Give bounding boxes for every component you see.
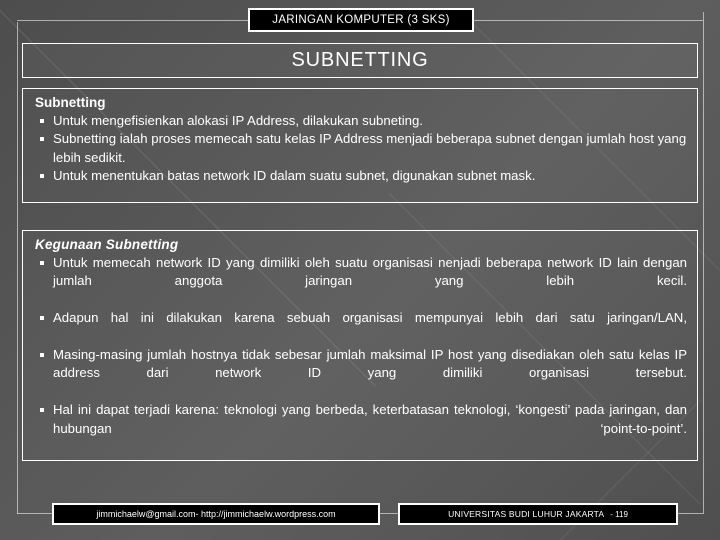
list-item: Subnetting ialah proses memecah satu kel… xyxy=(31,130,687,167)
list-item: Masing-masing jumlah hostnya tidak sebes… xyxy=(31,346,687,401)
page-number: - 119 xyxy=(610,509,628,519)
page-title: SUBNETTING xyxy=(291,49,429,71)
vertical-rule-left xyxy=(17,22,18,514)
section-title-kegunaan-subnetting: Kegunaan Subnetting xyxy=(35,237,179,252)
course-title-text: JARINGAN KOMPUTER (3 SKS) xyxy=(272,14,450,26)
bullet-list-subnetting: Untuk mengefisienkan alokasi IP Address,… xyxy=(31,112,687,186)
footer-institution-text: UNIVERSITAS BUDI LUHUR JAKARTA xyxy=(448,509,605,519)
list-item: Untuk menentukan batas network ID dalam … xyxy=(31,167,687,185)
course-title-banner: JARINGAN KOMPUTER (3 SKS) xyxy=(248,8,474,32)
list-item: Untuk mengefisienkan alokasi IP Address,… xyxy=(31,112,687,130)
slide-heading-box: SUBNETTING xyxy=(22,43,698,78)
slide-canvas: JARINGAN KOMPUTER (3 SKS) SUBNETTING Sub… xyxy=(0,0,720,540)
vertical-rule-right xyxy=(703,12,704,514)
bullet-list-kegunaan-subnetting: Untuk memecah network ID yang dimiliki o… xyxy=(31,254,687,456)
footer-institution-box: UNIVERSITAS BUDI LUHUR JAKARTA - 119 xyxy=(398,503,678,525)
content-box-subnetting: Subnetting Untuk mengefisienkan alokasi … xyxy=(22,88,698,203)
list-item: Untuk memecah network ID yang dimiliki o… xyxy=(31,254,687,309)
footer-contact-text: jimmichaelw@gmail.com- http://jimmichael… xyxy=(96,509,336,519)
list-item: Hal ini dapat terjadi karena: teknologi … xyxy=(31,401,687,456)
list-item: Adapun hal ini dilakukan karena sebuah o… xyxy=(31,309,687,346)
section-title-subnetting: Subnetting xyxy=(35,95,106,110)
content-box-kegunaan-subnetting: Kegunaan Subnetting Untuk memecah networ… xyxy=(22,230,698,461)
footer-contact-box[interactable]: jimmichaelw@gmail.com- http://jimmichael… xyxy=(52,503,380,525)
